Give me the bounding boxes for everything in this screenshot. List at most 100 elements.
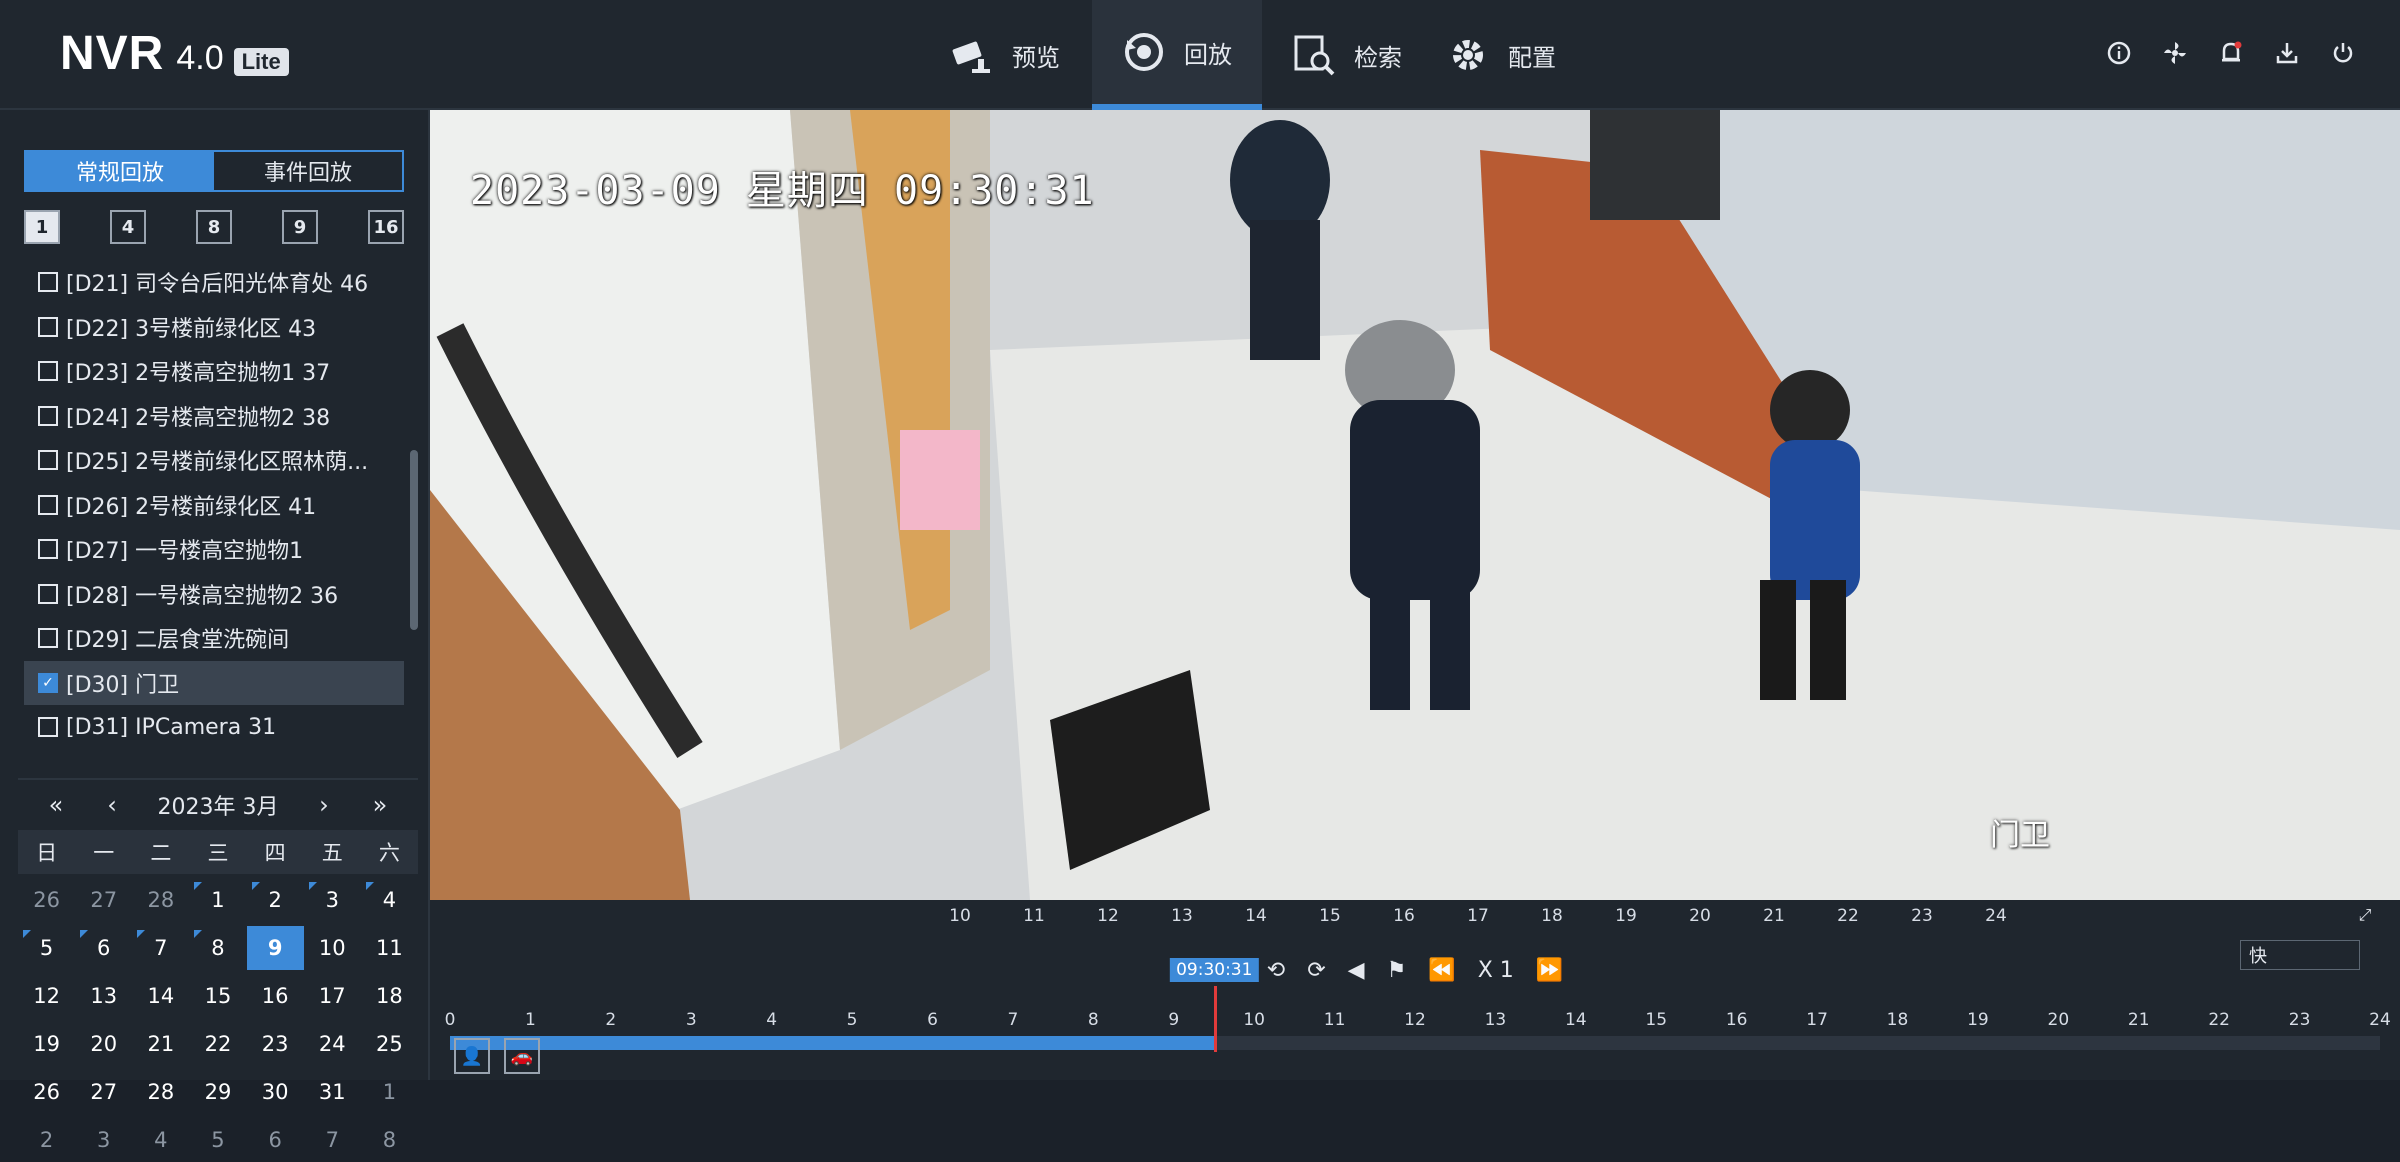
calendar-day[interactable]: 4 (361, 878, 418, 922)
calendar-day[interactable]: 13 (75, 974, 132, 1018)
calendar-day[interactable]: 18 (361, 974, 418, 1018)
next-month-button[interactable]: › (296, 791, 352, 819)
calendar-day[interactable]: 16 (247, 974, 304, 1018)
calendar-day[interactable]: 28 (132, 878, 189, 922)
camera-list-item[interactable]: [D24] 2号楼高空抛物2 38 (24, 394, 404, 439)
calendar-day[interactable]: 27 (75, 1070, 132, 1114)
step-forward-icon[interactable]: ⟳ (1307, 958, 1325, 983)
calendar-day[interactable]: 15 (189, 974, 246, 1018)
calendar-day[interactable]: 8 (189, 926, 246, 970)
bottom-tools: 👤 🚗 (454, 1038, 540, 1074)
calendar-day[interactable]: 30 (247, 1070, 304, 1114)
tab-event-playback[interactable]: 事件回放 (214, 152, 402, 190)
calendar-day[interactable]: 27 (75, 878, 132, 922)
camera-checkbox[interactable] (38, 717, 58, 738)
next-year-button[interactable]: » (352, 791, 408, 819)
camera-checkbox[interactable] (38, 583, 58, 604)
camera-checkbox[interactable] (38, 450, 58, 471)
calendar-day[interactable]: 14 (132, 974, 189, 1018)
camera-list-item[interactable]: ✓ [D30] 门卫 (24, 660, 404, 705)
camera-list-item[interactable]: [D26] 2号楼前绿化区 41 (24, 483, 404, 528)
vehicle-search-icon[interactable]: 🚗 (504, 1038, 540, 1074)
tab-normal-playback[interactable]: 常规回放 (26, 152, 214, 190)
calendar-day[interactable]: 2 (247, 878, 304, 922)
calendar-day[interactable]: 1 (189, 878, 246, 922)
calendar-day[interactable]: 26 (18, 1070, 75, 1114)
split-1-button[interactable]: 1 (24, 210, 60, 244)
camera-list-item[interactable]: [D31] IPCamera 31 (24, 705, 404, 750)
camera-checkbox[interactable] (38, 316, 58, 337)
camera-list-item[interactable]: [D23] 2号楼高空抛物1 37 (24, 349, 404, 394)
camera-checkbox[interactable] (38, 361, 58, 382)
camera-checkbox[interactable]: ✓ (38, 672, 58, 693)
calendar-day[interactable]: 4 (132, 1118, 189, 1162)
calendar-day[interactable]: 12 (18, 974, 75, 1018)
playhead-cursor[interactable] (1214, 986, 1218, 1052)
camera-list-item[interactable]: [D29] 二层食堂洗碗间 (24, 616, 404, 661)
fast-icon[interactable]: ⏩ (1536, 958, 1563, 983)
calendar-day[interactable]: 7 (132, 926, 189, 970)
calendar-day[interactable]: 31 (304, 1070, 361, 1114)
timeline-bar[interactable]: 09:30:31 (450, 958, 2380, 1052)
fan-icon[interactable] (2158, 36, 2192, 70)
calendar-day[interactable]: 24 (304, 1022, 361, 1066)
reverse-play-icon[interactable]: ◀ (1348, 958, 1365, 983)
person-search-icon[interactable]: 👤 (454, 1038, 490, 1074)
calendar-day[interactable]: 5 (18, 926, 75, 970)
calendar-day-selected[interactable]: 9 (246, 926, 304, 970)
camera-list-item[interactable]: [D27] 一号楼高空抛物1 (24, 527, 404, 572)
tab-playback[interactable]: 回放 (1092, 0, 1262, 110)
split-16-button[interactable]: 16 (368, 210, 404, 244)
camera-list-scrollbar[interactable] (410, 450, 418, 630)
calendar-day[interactable]: 23 (247, 1022, 304, 1066)
download-icon[interactable] (2270, 36, 2304, 70)
split-9-button[interactable]: 9 (282, 210, 318, 244)
info-icon[interactable] (2102, 36, 2136, 70)
alarm-bell-icon[interactable] (2214, 36, 2248, 70)
calendar-day[interactable]: 19 (18, 1022, 75, 1066)
calendar-day[interactable]: 5 (189, 1118, 246, 1162)
camera-checkbox[interactable] (38, 494, 58, 515)
tab-preview[interactable]: 预览 (920, 0, 1090, 110)
calendar-day[interactable]: 10 (304, 926, 361, 970)
calendar-day[interactable]: 6 (247, 1118, 304, 1162)
calendar-day[interactable]: 6 (75, 926, 132, 970)
timeline[interactable]: 0 1 2 3 4 5 6 7 8 9 10 11 12 13 14 15 16 17 18 19 20 21 22 23 24… (430, 958, 2400, 1080)
calendar-day[interactable]: 25 (361, 1022, 418, 1066)
calendar-day[interactable]: 22 (189, 1022, 246, 1066)
calendar-day[interactable]: 17 (304, 974, 361, 1018)
camera-list-item[interactable]: [D21] 司令台后阳光体育处 46 (24, 260, 404, 305)
calendar-day[interactable]: 3 (304, 878, 361, 922)
tab-search[interactable]: 检索 (1262, 0, 1432, 110)
calendar-day[interactable]: 1 (361, 1070, 418, 1114)
calendar-day[interactable]: 11 (361, 926, 418, 970)
prev-year-button[interactable]: « (28, 791, 84, 819)
calendar-day[interactable]: 2 (18, 1118, 75, 1162)
camera-icon (950, 33, 994, 77)
calendar-day[interactable]: 3 (75, 1118, 132, 1162)
tab-config[interactable]: 配置 (1416, 0, 1586, 110)
camera-list-item[interactable]: [D22] 3号楼前绿化区 43 (24, 305, 404, 350)
calendar-day[interactable]: 29 (189, 1070, 246, 1114)
split-4-button[interactable]: 4 (110, 210, 146, 244)
camera-checkbox[interactable] (38, 539, 58, 560)
camera-list-item[interactable]: [D28] 一号楼高空抛物2 36 (24, 572, 404, 617)
step-back-icon[interactable]: ⟲ (1267, 958, 1285, 983)
prev-month-button[interactable]: ‹ (84, 791, 140, 819)
calendar-day[interactable]: 8 (361, 1118, 418, 1162)
split-8-button[interactable]: 8 (196, 210, 232, 244)
power-icon[interactable] (2326, 36, 2360, 70)
calendar-day[interactable]: 21 (132, 1022, 189, 1066)
slow-icon[interactable]: ⏪ (1428, 958, 1455, 983)
frame-icon[interactable]: ⚑ (1387, 958, 1407, 983)
calendar-day[interactable]: 7 (304, 1118, 361, 1162)
camera-checkbox[interactable] (38, 272, 58, 293)
calendar-day[interactable]: 20 (75, 1022, 132, 1066)
fullscreen-icon[interactable]: ⤢ (2350, 900, 2380, 930)
camera-checkbox[interactable] (38, 628, 58, 649)
camera-checkbox[interactable] (38, 405, 58, 426)
camera-list-item[interactable]: [D25] 2号楼前绿化区照林荫... (24, 438, 404, 483)
calendar-day[interactable]: 28 (132, 1070, 189, 1114)
video-view[interactable]: 2023-03-09 星期四 09:30:31 门卫 (430, 110, 2400, 900)
calendar-day[interactable]: 26 (18, 878, 75, 922)
